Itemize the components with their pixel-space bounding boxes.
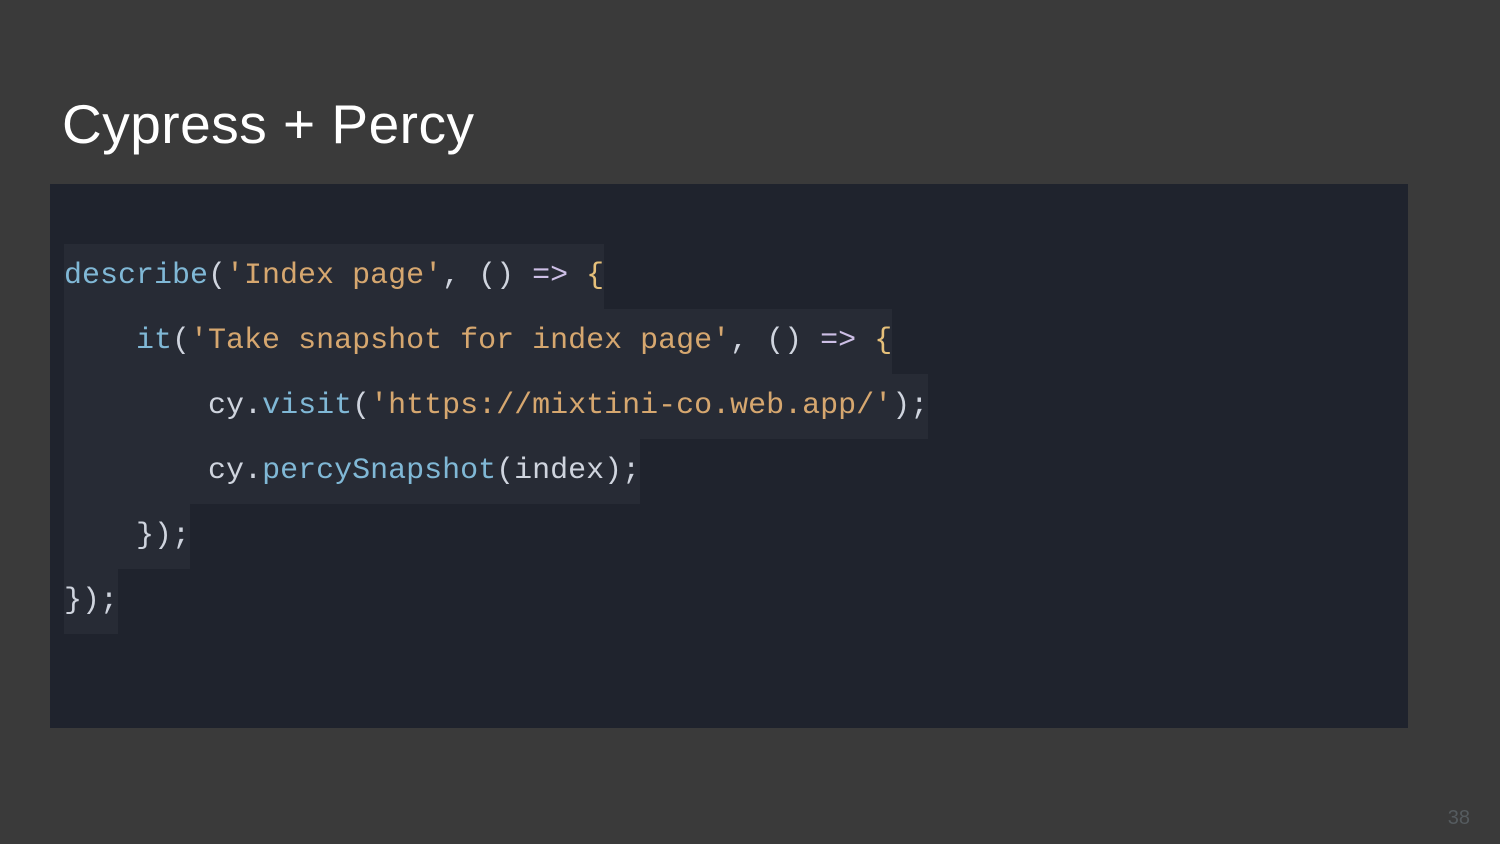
- code-token: [64, 454, 208, 488]
- code-token: [856, 324, 874, 358]
- code-token: 'Take snapshot for index page': [190, 324, 730, 358]
- code-token: 'Index page': [226, 259, 442, 293]
- code-token: cy: [208, 454, 244, 488]
- code-block: describe('Index page', () => { it('Take …: [50, 184, 1408, 728]
- code-token: it: [136, 324, 172, 358]
- code-token: (: [172, 324, 190, 358]
- code-token: [64, 519, 136, 553]
- code-token: describe: [64, 259, 208, 293]
- code-line: });: [64, 504, 1394, 569]
- code-token: (: [352, 389, 370, 423]
- code-token: =>: [532, 259, 568, 293]
- code-token: , (): [442, 259, 532, 293]
- code-token: , (): [730, 324, 820, 358]
- code-token: });: [64, 584, 118, 618]
- code-token: percySnapshot: [262, 454, 496, 488]
- code-token: index: [514, 454, 604, 488]
- code-token: [64, 324, 136, 358]
- slide: Cypress + Percy describe('Index page', (…: [0, 0, 1500, 844]
- code-token: cy: [208, 389, 244, 423]
- slide-title: Cypress + Percy: [62, 92, 474, 156]
- code-token: visit: [262, 389, 352, 423]
- code-line: it('Take snapshot for index page', () =>…: [64, 309, 1394, 374]
- code-token: [568, 259, 586, 293]
- code-token: .: [244, 454, 262, 488]
- code-line: cy.percySnapshot(index);: [64, 439, 1394, 504]
- code-token: 'https://mixtini-co.web.app/': [370, 389, 892, 423]
- code-token: (: [208, 259, 226, 293]
- page-number: 38: [1448, 807, 1470, 830]
- code-token: [64, 389, 208, 423]
- code-token: });: [136, 519, 190, 553]
- code-token: {: [874, 324, 892, 358]
- code-token: {: [586, 259, 604, 293]
- code-token: =>: [820, 324, 856, 358]
- code-line: });: [64, 569, 1394, 634]
- code-line: cy.visit('https://mixtini-co.web.app/');: [64, 374, 1394, 439]
- code-token: .: [244, 389, 262, 423]
- code-token: );: [604, 454, 640, 488]
- code-token: );: [892, 389, 928, 423]
- code-line: describe('Index page', () => {: [64, 244, 1394, 309]
- code-token: (: [496, 454, 514, 488]
